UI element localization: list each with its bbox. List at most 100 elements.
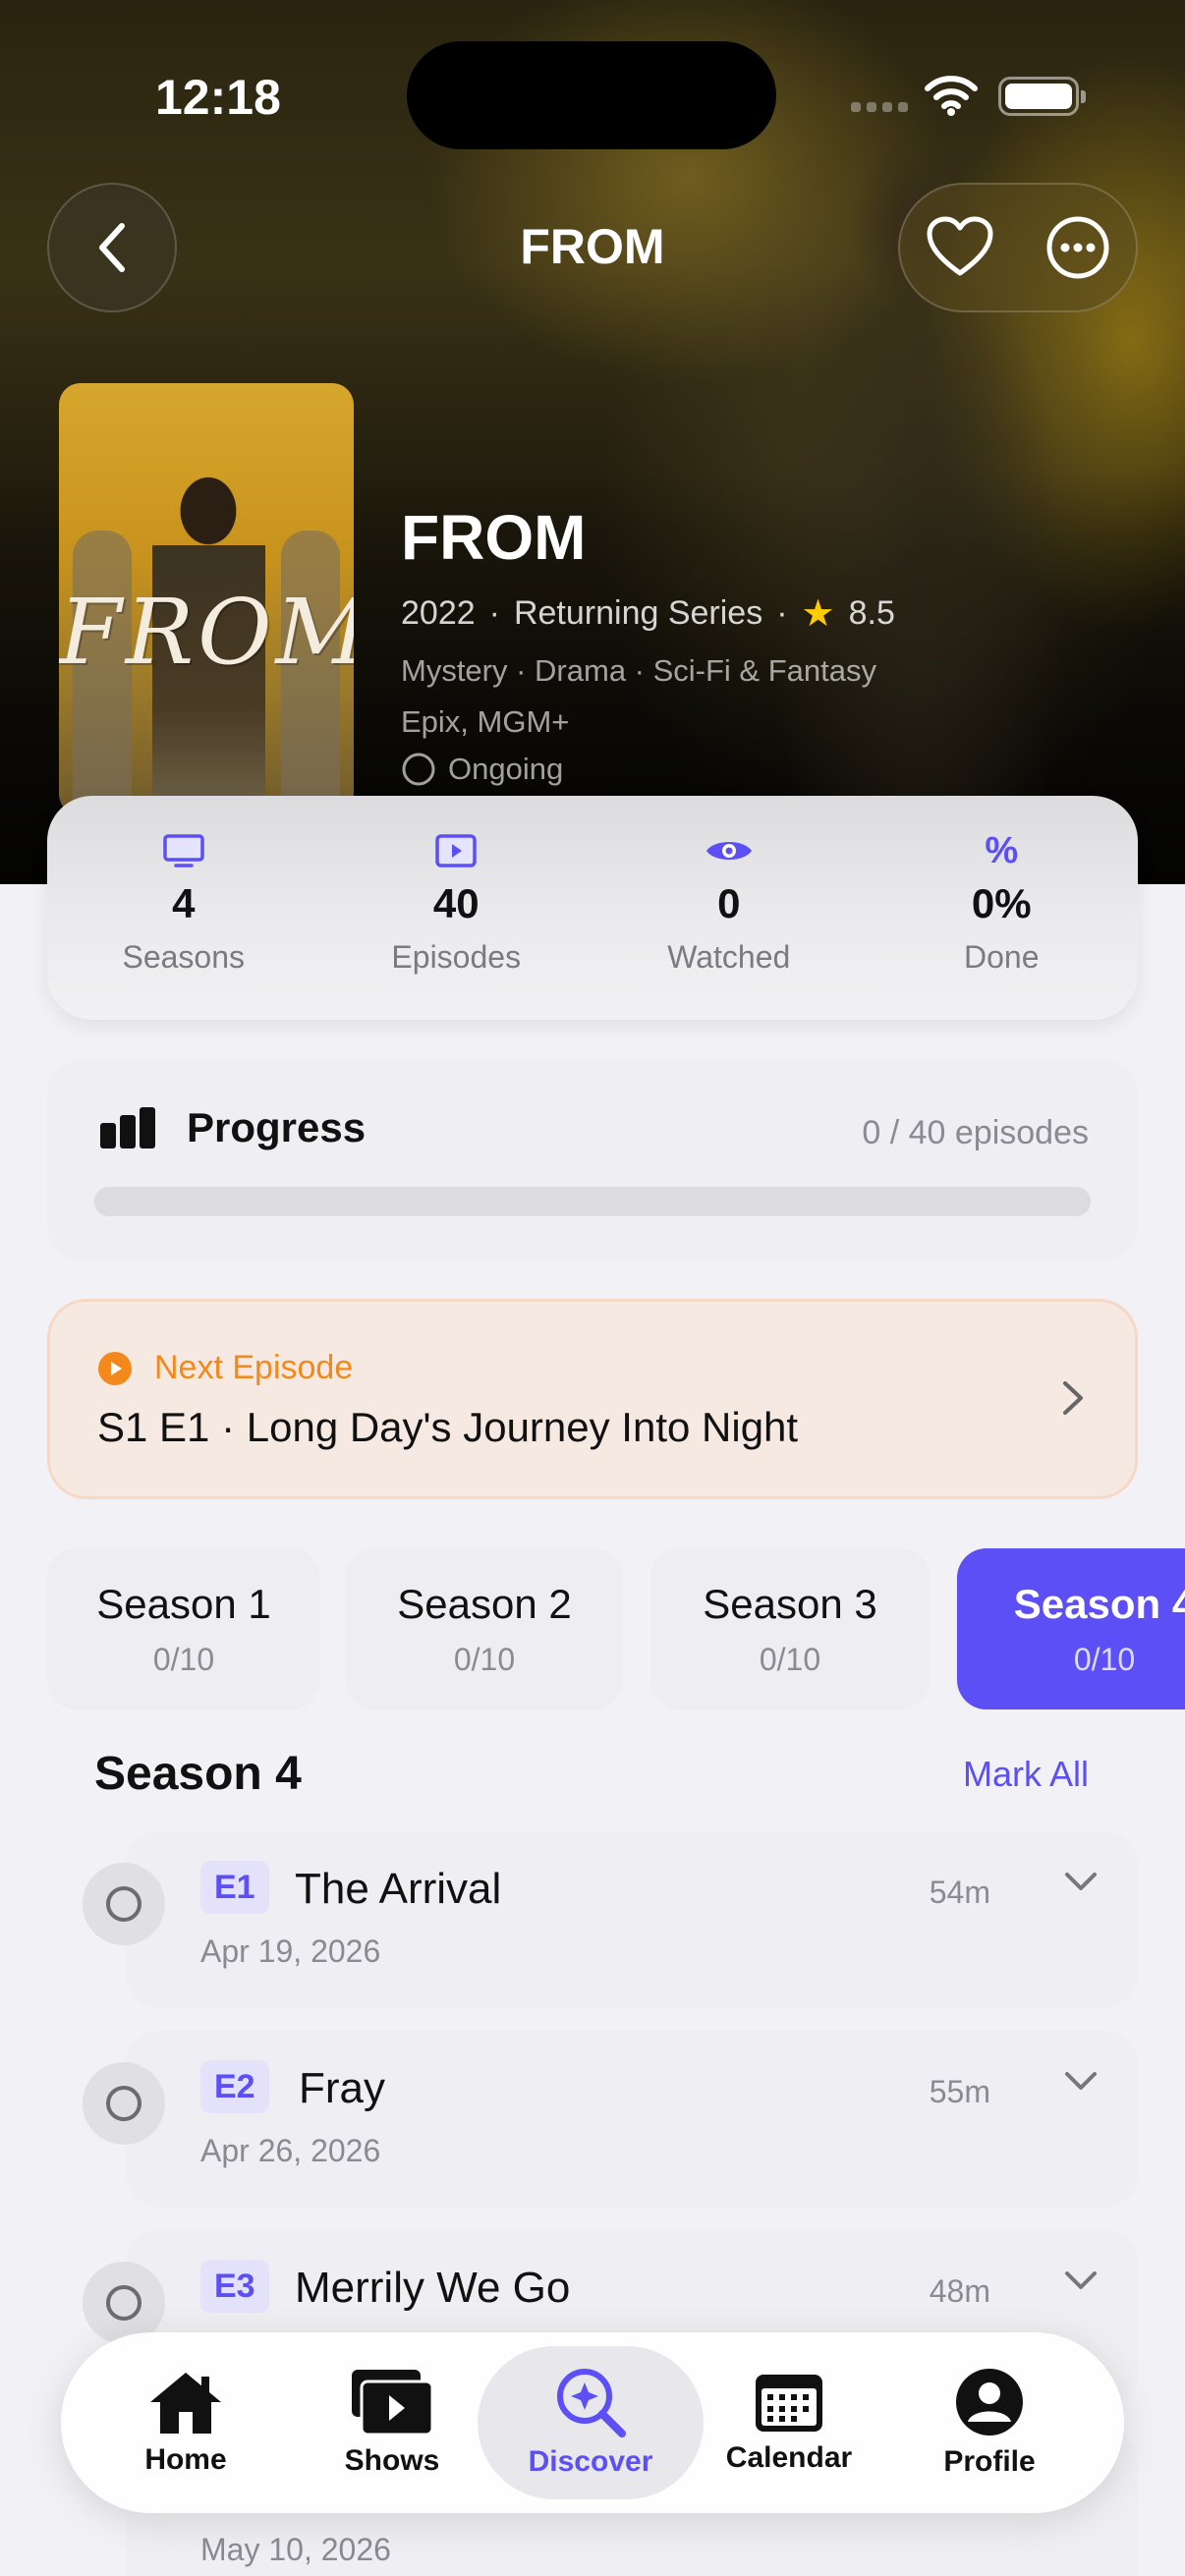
status-time: 12:18 (155, 70, 281, 125)
stat-watched: 0 Watched (611, 829, 847, 976)
stats-card: 4 Seasons 40 Episodes 0 Watched % 0% Don… (47, 796, 1138, 1020)
tab-count: 0/10 (453, 1641, 516, 1677)
progress-count: 0 / 40 episodes (862, 1114, 1089, 1151)
poster-title-art: FROM (59, 580, 354, 685)
percent-icon: % (985, 829, 1019, 871)
show-airing-text: Ongoing (448, 752, 564, 786)
stat-label: Episodes (391, 939, 522, 975)
wifi-icon (925, 76, 978, 116)
status-bar: 12:18 (0, 0, 1185, 149)
cellular-icon (851, 102, 908, 112)
tab-home[interactable]: Home (73, 2346, 299, 2499)
play-icon (434, 829, 478, 872)
discover-icon (557, 2369, 626, 2437)
tab-discover[interactable]: Discover (478, 2346, 704, 2499)
meta-dot: · (488, 594, 500, 632)
stat-label: Seasons (122, 939, 246, 975)
star-icon: ★ (801, 593, 835, 635)
house-icon (150, 2373, 221, 2434)
tab-bar: Home Shows Discover Calendar Profile (61, 2332, 1124, 2513)
episode-row[interactable]: E2 Fray 55m Apr 26, 2026 (47, 2031, 1138, 2208)
more-options-icon[interactable] (1045, 215, 1110, 280)
tab-season-1[interactable]: Season 1 0/10 (47, 1548, 320, 1709)
chevron-down-icon[interactable] (1063, 2070, 1099, 2094)
show-year: 2022 (401, 594, 476, 632)
stat-label: Watched (667, 939, 791, 975)
profile-icon (956, 2369, 1023, 2436)
episode-card (126, 2031, 1138, 2208)
tab-shows[interactable]: Shows (279, 2346, 505, 2499)
episode-title: Fray (299, 2064, 385, 2112)
tab-count: 0/10 (1073, 1641, 1136, 1677)
dynamic-island (407, 41, 776, 149)
progress-bar (94, 1187, 1091, 1216)
circle-icon (106, 2086, 141, 2121)
episode-number-badge: E1 (200, 1861, 269, 1914)
show-poster: FROM (59, 383, 354, 815)
tab-calendar[interactable]: Calendar (676, 2346, 902, 2499)
next-episode-title: S1 E1 · Long Day's Journey Into Night (97, 1404, 799, 1450)
battery-icon (998, 77, 1086, 116)
stat-value: 40 (432, 880, 480, 926)
clock-icon (402, 753, 435, 786)
tab-label: Shows (344, 2444, 440, 2477)
chevron-right-icon (1063, 1381, 1083, 1415)
watched-toggle[interactable] (83, 1863, 165, 1945)
stat-value: 0% (971, 880, 1032, 926)
tab-label: Season 1 (96, 1580, 271, 1627)
play-circle-icon (98, 1351, 132, 1385)
show-rating: 8.5 (848, 594, 895, 632)
episode-number-badge: E2 (200, 2060, 269, 2113)
episode-title: The Arrival (295, 1865, 502, 1913)
tab-season-4[interactable]: Season 4 0/10 (957, 1548, 1185, 1709)
episode-air-date: May 10, 2026 (200, 2532, 391, 2567)
stat-done: % 0% Done (883, 829, 1119, 976)
shows-icon (352, 2370, 434, 2436)
stat-seasons: 4 Seasons (66, 829, 302, 976)
circle-icon (106, 1886, 141, 1922)
progress-title: Progress (187, 1104, 367, 1150)
circle-icon (106, 2285, 141, 2321)
tab-season-3[interactable]: Season 3 0/10 (650, 1548, 930, 1709)
episode-title: Merrily We Go (295, 2264, 571, 2312)
episode-runtime: 48m (929, 2273, 990, 2309)
show-networks: Epix, MGM+ (401, 704, 570, 739)
progress-header: Progress (98, 1104, 366, 1151)
favorite-heart-icon[interactable] (926, 216, 994, 279)
tab-label: Season 4 (1013, 1580, 1185, 1627)
chevron-down-icon[interactable] (1063, 2269, 1099, 2293)
meta-dot: · (776, 594, 788, 632)
next-episode-card[interactable]: Next Episode S1 E1 · Long Day's Journey … (47, 1299, 1138, 1499)
tab-count: 0/10 (152, 1641, 215, 1677)
episode-card (126, 1831, 1138, 2008)
episode-runtime: 54m (929, 1875, 990, 1910)
show-meta: 2022 · Returning Series · ★ 8.5 (401, 591, 895, 636)
tv-icon (162, 829, 205, 872)
next-episode-label-text: Next Episode (154, 1349, 354, 1386)
tab-label: Discover (528, 2445, 653, 2478)
tab-label: Season 2 (397, 1580, 572, 1627)
bar-chart-icon (100, 1107, 155, 1148)
nav-actions (898, 183, 1138, 312)
watched-toggle[interactable] (83, 2062, 165, 2145)
mark-all-button[interactable]: Mark All (963, 1754, 1089, 1795)
tab-season-2[interactable]: Season 2 0/10 (346, 1548, 623, 1709)
tab-label: Home (144, 2443, 227, 2476)
eye-icon (705, 829, 754, 872)
episode-number-badge: E3 (200, 2260, 269, 2313)
episode-row[interactable]: E1 The Arrival 54m Apr 19, 2026 (47, 1831, 1138, 2008)
chevron-down-icon[interactable] (1063, 1871, 1099, 1894)
episode-air-date: Apr 19, 2026 (200, 1933, 381, 1969)
stat-label: Done (964, 939, 1040, 975)
tab-label: Profile (943, 2445, 1036, 2478)
tab-profile[interactable]: Profile (876, 2346, 1102, 2499)
season-heading: Season 4 (94, 1748, 302, 1800)
progress-card: Progress 0 / 40 episodes (47, 1059, 1138, 1261)
episode-runtime: 55m (929, 2074, 990, 2109)
calendar-icon (756, 2375, 822, 2432)
episode-air-date: Apr 26, 2026 (200, 2133, 381, 2168)
next-episode-label: Next Episode (97, 1349, 353, 1387)
stat-value: 4 (172, 880, 196, 926)
show-status: Returning Series (513, 594, 763, 632)
show-genres: Mystery · Drama · Sci-Fi & Fantasy (401, 653, 876, 688)
